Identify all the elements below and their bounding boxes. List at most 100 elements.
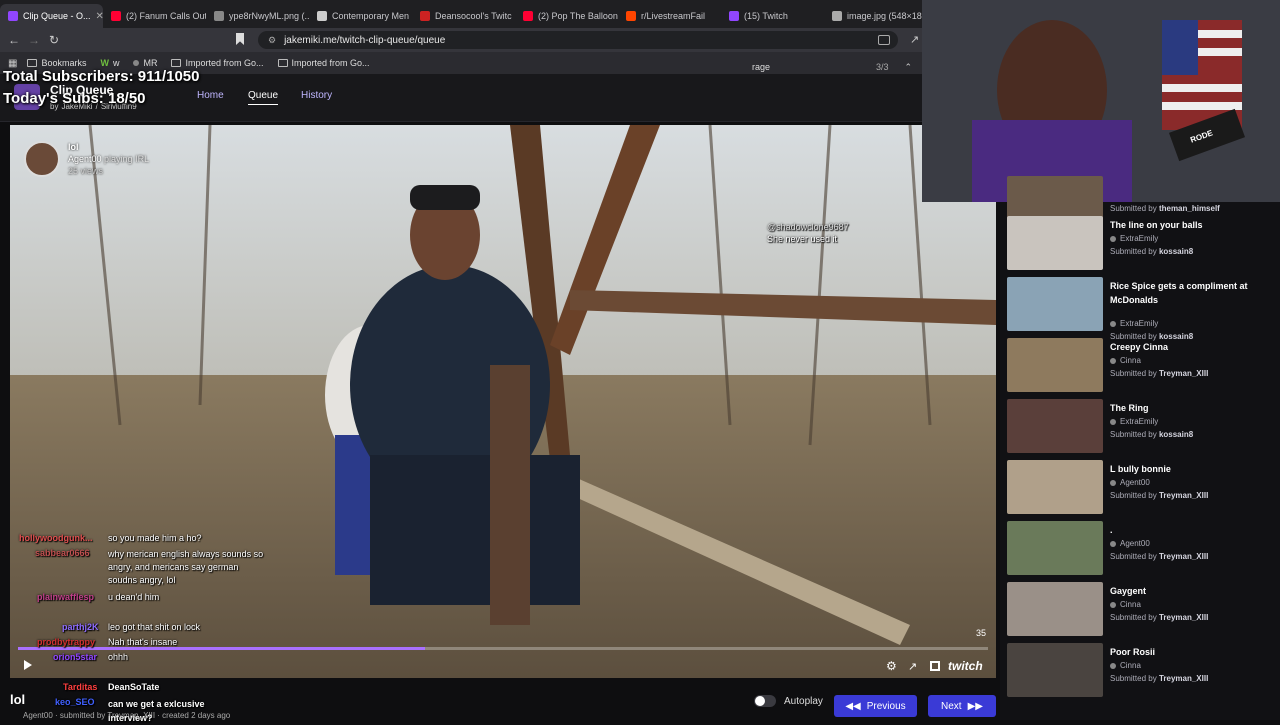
- chat-text: DeanSoTate: [108, 682, 160, 692]
- queue-item[interactable]: Creepy Cinna Cinna Submitted by Treyman_XI…: [1007, 338, 1277, 394]
- queue-item[interactable]: . Agent00 Submitted by Treyman_XIII: [1007, 521, 1277, 577]
- autoplay-label: Autoplay: [784, 695, 823, 707]
- queue-item[interactable]: Poor Rosii Cinna Submitted by Treyman_XIII: [1007, 643, 1277, 699]
- clip-submitter: Submitted by kossain8: [1110, 247, 1194, 256]
- progress-track[interactable]: [18, 647, 988, 650]
- address-bar[interactable]: ⚙ jakemiki.me/twitch-clip-queue/queue: [258, 31, 898, 49]
- queue-item[interactable]: Gaygent Cinna Submitted by Treyman_XIII: [1007, 582, 1277, 638]
- chat-username: sabbear0666: [35, 548, 90, 558]
- clip-channel: Agent00: [1110, 539, 1150, 548]
- forward-icon[interactable]: →: [24, 33, 44, 47]
- chat-username: @shadowclone9687: [767, 222, 849, 232]
- clip-submitter: Submitted by Treyman_XIII: [1110, 369, 1209, 378]
- play-icon[interactable]: [24, 660, 32, 670]
- tab-favicon-icon: [8, 11, 18, 21]
- url-text: jakemiki.me/twitch-clip-queue/queue: [284, 34, 446, 46]
- tab-label: ype8rNwyML.png (...: [229, 11, 309, 21]
- clip-thumbnail: [1007, 216, 1103, 270]
- tab-favicon-icon: [832, 11, 842, 21]
- clip-thumbnail: [1007, 643, 1103, 697]
- clip-title: Poor Rosii: [1110, 647, 1156, 657]
- nav-queue[interactable]: Queue: [248, 90, 279, 105]
- channel-icon: [1110, 663, 1116, 669]
- channel-icon: [1110, 480, 1116, 486]
- chat-username: Tarditas: [63, 682, 98, 692]
- footer-clip-meta: Agent00 · submitted by Treyman_XIII · cr…: [23, 711, 231, 720]
- chat-username: hollywoodgunk...: [19, 533, 93, 543]
- chat-text: leo got that shit on lock: [108, 622, 201, 632]
- tab-label: Contemporary Men: [332, 11, 410, 21]
- toggle-switch[interactable]: [754, 695, 776, 707]
- find-up-icon[interactable]: ⌃: [904, 62, 912, 73]
- chat-text: why merican english always sounds so ang…: [108, 549, 264, 585]
- back-icon[interactable]: ←: [4, 33, 24, 47]
- channel-name[interactable]: Agent00: [68, 154, 102, 164]
- browser-tab[interactable]: Deansocool's Twitc: [412, 4, 515, 28]
- folder-icon: [277, 59, 288, 67]
- clip-thumbnail: [1007, 277, 1103, 331]
- clip-title: L bully bonnie: [1110, 464, 1171, 474]
- browser-tab[interactable]: image.jpg (548×18: [824, 4, 927, 28]
- clip-channel: Cinna: [1110, 356, 1141, 365]
- queue-item[interactable]: The line on your balls ExtraEmily Submitte…: [1007, 216, 1277, 272]
- settings-gear-icon[interactable]: ⚙: [886, 659, 897, 673]
- nav-history[interactable]: History: [301, 90, 332, 101]
- next-icon: ▶▶: [967, 700, 983, 712]
- screen-icon[interactable]: [878, 35, 890, 45]
- category-label: playing IRL: [104, 154, 150, 164]
- clip-channel: ExtraEmily: [1110, 417, 1158, 426]
- footer-clip-title: lol: [10, 692, 26, 707]
- share-icon[interactable]: ↗: [910, 33, 919, 46]
- clip-channel: ExtraEmily: [1110, 319, 1158, 328]
- twitch-logo[interactable]: twitch: [948, 659, 983, 673]
- channel-icon: [1110, 236, 1116, 242]
- clip-thumbnail: [1007, 460, 1103, 514]
- bookmark-imported-2[interactable]: Imported from Go...: [277, 58, 370, 68]
- clip-submitter: Submitted by Treyman_XIII: [1110, 491, 1209, 500]
- queue-item[interactable]: Rice Spice gets a compliment at McDonald…: [1007, 277, 1277, 341]
- tab-favicon-icon: [420, 11, 430, 21]
- channel-icon: [1110, 541, 1116, 547]
- browser-tab[interactable]: (15) Twitch: [721, 4, 824, 28]
- previous-icon: ◀◀: [845, 700, 861, 712]
- previous-button[interactable]: ◀◀ Previous: [834, 695, 917, 717]
- site-info-icon[interactable]: ⚙: [268, 35, 276, 46]
- reload-icon[interactable]: ↻: [44, 33, 64, 47]
- channel-icon: [1110, 358, 1116, 364]
- nav-home[interactable]: Home: [197, 90, 224, 101]
- channel-avatar[interactable]: [24, 141, 60, 177]
- autoplay-toggle[interactable]: Autoplay: [754, 695, 823, 707]
- clip-counter: 35: [975, 628, 986, 638]
- clip-channel: Cinna: [1110, 661, 1141, 670]
- tab-favicon-icon: [523, 11, 533, 21]
- browser-tab[interactable]: ype8rNwyML.png (...: [206, 4, 309, 28]
- tab-favicon-icon: [626, 11, 636, 21]
- chat-text: u dean'd him: [108, 592, 160, 602]
- view-count: 25 views: [68, 166, 104, 176]
- clip-submitter: Submitted by Treyman_XIII: [1110, 552, 1209, 561]
- find-input[interactable]: rage: [752, 62, 770, 72]
- chat-text: so you made him a ho?: [108, 533, 202, 543]
- clip-thumbnail: [1007, 338, 1103, 392]
- clip-channel: Cinna: [1110, 600, 1141, 609]
- browser-tab[interactable]: Contemporary Men: [309, 4, 412, 28]
- next-button[interactable]: Next ▶▶: [928, 695, 996, 717]
- close-icon[interactable]: ✕: [96, 11, 103, 22]
- browser-tab[interactable]: (2) Pop The Balloon: [515, 4, 618, 28]
- clip-title: Gaygent: [1110, 586, 1147, 596]
- clip-thumbnail: [1007, 521, 1103, 575]
- bookmark-star-icon[interactable]: [236, 33, 244, 45]
- clip-title: The Ring: [1110, 403, 1149, 413]
- chat-username: prodbytrappy: [37, 637, 96, 647]
- browser-tab[interactable]: (2) Fanum Calls Out: [103, 4, 206, 28]
- browser-tab[interactable]: r/LivestreamFail: [618, 4, 721, 28]
- clip-submitter: Submitted by Treyman_XIII: [1110, 613, 1209, 622]
- channel-icon: [1110, 321, 1116, 327]
- browser-tab[interactable]: Clip Queue - O... ✕: [0, 4, 103, 28]
- chat-message-top: @shadowclone9687 She never used it: [767, 221, 849, 245]
- share-icon[interactable]: ↗: [908, 660, 917, 673]
- fullscreen-icon[interactable]: [930, 661, 940, 671]
- chat-username: keo_SEO: [55, 697, 95, 707]
- queue-item[interactable]: L bully bonnie Agent00 Submitted by Treyma…: [1007, 460, 1277, 516]
- queue-item[interactable]: The Ring ExtraEmily Submitted by kossain8: [1007, 399, 1277, 455]
